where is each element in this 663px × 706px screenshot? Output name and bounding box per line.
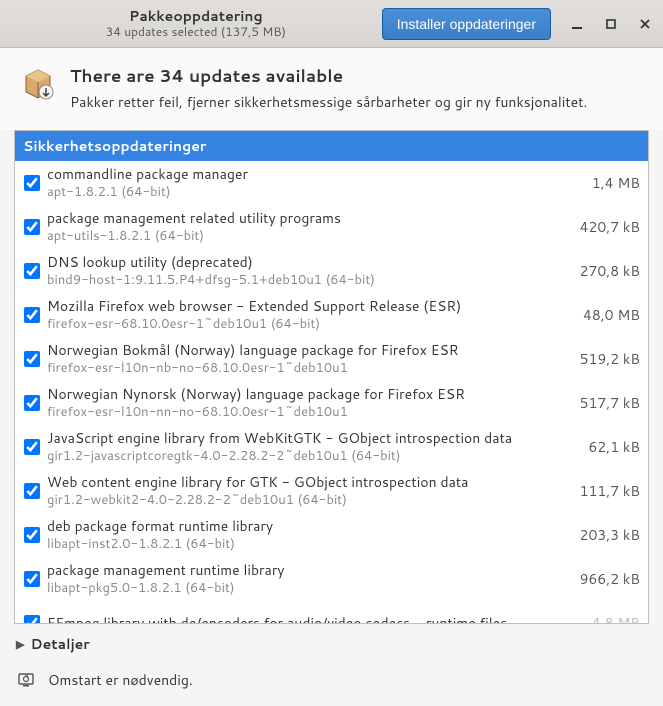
update-main: Norwegian Nynorsk (Norway) language pack…: [47, 385, 570, 420]
update-title: package management runtime library: [47, 561, 570, 579]
maximize-button[interactable]: [603, 16, 619, 32]
update-package: apt-utils-1.8.2.1 (64-bit): [47, 228, 570, 245]
details-expander[interactable]: ▶ Detaljer: [0, 624, 663, 662]
update-checkbox-wrap: [21, 439, 43, 455]
update-title: deb package format runtime library: [47, 517, 570, 535]
update-checkbox-wrap: [21, 395, 43, 411]
close-button[interactable]: [637, 16, 653, 32]
restart-notice: Omstart er nødvendig.: [0, 662, 663, 706]
update-row[interactable]: DNS lookup utility (deprecated)bind9-hos…: [15, 249, 648, 293]
restart-icon: [16, 670, 36, 690]
titlebar: Pakkeoppdatering 34 updates selected (13…: [0, 0, 663, 48]
update-size: 420,7 kB: [580, 217, 640, 237]
section-header-security: Sikkerhetsoppdateringer: [15, 131, 648, 161]
update-checkbox[interactable]: [24, 483, 40, 499]
update-package: libapt-inst2.0-1.8.2.1 (64-bit): [47, 536, 570, 553]
details-label: Detaljer: [30, 634, 89, 654]
update-checkbox-wrap: [21, 263, 43, 279]
updates-heading: There are 34 updates available: [70, 64, 587, 88]
update-title: Norwegian Bokmål (Norway) language packa…: [47, 341, 570, 359]
update-size: 62,1 kB: [589, 437, 640, 457]
update-checkbox[interactable]: [24, 571, 40, 587]
updates-list-frame: Sikkerhetsoppdateringer commandline pack…: [14, 130, 649, 624]
update-main: Mozilla Firefox web browser - Extended S…: [47, 297, 573, 332]
update-size: 111,7 kB: [580, 481, 640, 501]
update-main: Norwegian Bokmål (Norway) language packa…: [47, 341, 570, 376]
update-package: firefox-esr-l10n-nb-no-68.10.0esr-1~deb1…: [47, 360, 570, 377]
info-header: There are 34 updates available Pakker re…: [0, 48, 663, 130]
update-row[interactable]: deb package format runtime librarylibapt…: [15, 513, 648, 557]
update-main: JavaScript engine library from WebKitGTK…: [47, 429, 579, 464]
update-size: 48,0 MB: [583, 305, 640, 325]
update-main: deb package format runtime librarylibapt…: [47, 517, 570, 552]
chevron-right-icon: ▶: [16, 636, 24, 652]
update-title: DNS lookup utility (deprecated): [47, 253, 570, 271]
update-size: 4,8 MB: [592, 613, 640, 623]
update-row[interactable]: JavaScript engine library from WebKitGTK…: [15, 425, 648, 469]
update-checkbox[interactable]: [24, 307, 40, 323]
update-package: gir1.2-javascriptcoregtk-4.0-2.28.2-2~de…: [47, 448, 579, 465]
update-row[interactable]: Norwegian Nynorsk (Norway) language pack…: [15, 381, 648, 425]
titlebar-center: Pakkeoppdatering 34 updates selected (13…: [10, 8, 382, 39]
update-row[interactable]: commandline package managerapt-1.8.2.1 (…: [15, 161, 648, 205]
update-checkbox[interactable]: [24, 263, 40, 279]
updates-subheading: Pakker retter feil, fjerner sikkerhetsme…: [70, 92, 587, 112]
update-main: DNS lookup utility (deprecated)bind9-hos…: [47, 253, 570, 288]
update-title: JavaScript engine library from WebKitGTK…: [47, 429, 579, 447]
update-checkbox-wrap: [21, 615, 43, 623]
install-updates-button[interactable]: Installer oppdateringer: [382, 8, 551, 40]
update-checkbox-wrap: [21, 351, 43, 367]
update-size: 203,3 kB: [580, 525, 640, 545]
update-main: package management runtime librarylibapt…: [47, 561, 570, 596]
info-text: There are 34 updates available Pakker re…: [70, 64, 587, 112]
update-package: firefox-esr-l10n-nn-no-68.10.0esr-1~deb1…: [47, 404, 570, 421]
update-checkbox-wrap: [21, 571, 43, 587]
update-size: 966,2 kB: [580, 569, 640, 589]
update-title: package management related utility progr…: [47, 209, 570, 227]
update-row[interactable]: package management related utility progr…: [15, 205, 648, 249]
update-main: Web content engine library for GTK - GOb…: [47, 473, 570, 508]
update-row[interactable]: Norwegian Bokmål (Norway) language packa…: [15, 337, 648, 381]
update-title: Mozilla Firefox web browser - Extended S…: [47, 297, 573, 315]
update-row[interactable]: Web content engine library for GTK - GOb…: [15, 469, 648, 513]
update-package: firefox-esr-68.10.0esr-1~deb10u1 (64-bit…: [47, 316, 573, 333]
update-main: package management related utility progr…: [47, 209, 570, 244]
restart-label: Omstart er nødvendig.: [48, 670, 193, 690]
update-package: bind9-host-1:9.11.5.P4+dfsg-5.1+deb10u1 …: [47, 272, 570, 289]
window-controls: [569, 16, 653, 32]
update-title: FFmpeg library with de/encoders for audi…: [47, 614, 582, 623]
update-title: Web content engine library for GTK - GOb…: [47, 473, 570, 491]
update-checkbox-wrap: [21, 527, 43, 543]
update-checkbox-wrap: [21, 483, 43, 499]
update-title: Norwegian Nynorsk (Norway) language pack…: [47, 385, 570, 403]
update-package: apt-1.8.2.1 (64-bit): [47, 184, 582, 201]
update-main: FFmpeg library with de/encoders for audi…: [47, 614, 582, 623]
update-size: 1,4 MB: [592, 173, 640, 193]
update-package: libapt-pkg5.0-1.8.2.1 (64-bit): [47, 580, 570, 597]
update-row[interactable]: Mozilla Firefox web browser - Extended S…: [15, 293, 648, 337]
update-checkbox[interactable]: [24, 439, 40, 455]
updates-list[interactable]: commandline package managerapt-1.8.2.1 (…: [15, 161, 648, 623]
update-checkbox-wrap: [21, 175, 43, 191]
update-checkbox[interactable]: [24, 527, 40, 543]
minimize-button[interactable]: [569, 16, 585, 32]
update-package: gir1.2-webkit2-4.0-2.28.2-2~deb10u1 (64-…: [47, 492, 570, 509]
update-checkbox[interactable]: [24, 351, 40, 367]
update-checkbox-wrap: [21, 307, 43, 323]
update-size: 270,8 kB: [580, 261, 640, 281]
window-subtitle: 34 updates selected (137,5 MB): [10, 25, 382, 39]
update-checkbox-wrap: [21, 219, 43, 235]
update-row[interactable]: package management runtime librarylibapt…: [15, 557, 648, 601]
update-checkbox[interactable]: [24, 615, 40, 623]
update-checkbox[interactable]: [24, 395, 40, 411]
update-size: 519,2 kB: [580, 349, 640, 369]
update-checkbox[interactable]: [24, 219, 40, 235]
update-main: commandline package managerapt-1.8.2.1 (…: [47, 165, 582, 200]
update-row[interactable]: FFmpeg library with de/encoders for audi…: [15, 601, 648, 623]
update-title: commandline package manager: [47, 165, 582, 183]
package-icon: [20, 66, 56, 102]
update-size: 517,7 kB: [580, 393, 640, 413]
update-checkbox[interactable]: [24, 175, 40, 191]
